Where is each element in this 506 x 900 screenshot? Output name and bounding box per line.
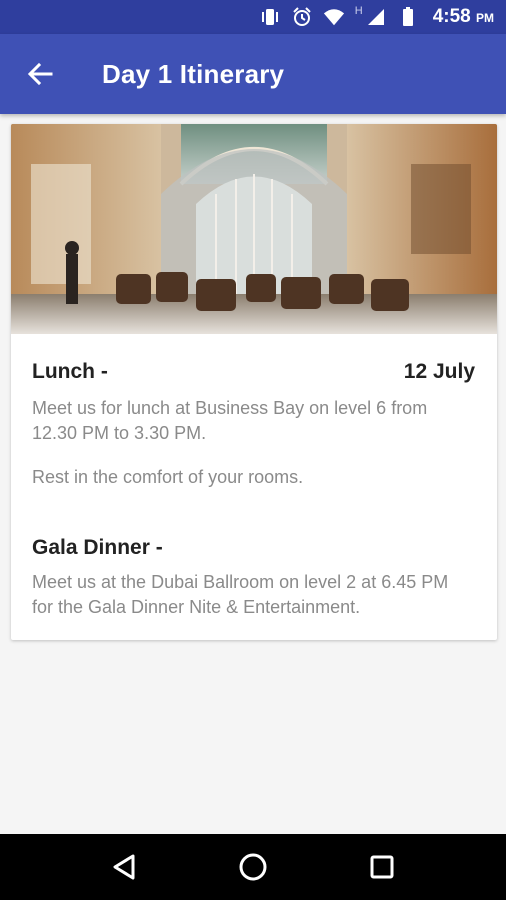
gala-dinner-heading: Gala Dinner -	[32, 536, 475, 560]
nav-recents-button[interactable]	[362, 847, 402, 887]
network-type-label: H	[354, 5, 363, 17]
rest-description: Rest in the comfort of your rooms.	[32, 467, 304, 487]
alarm-icon	[291, 6, 313, 28]
app-bar: Day 1 Itinerary	[0, 34, 506, 114]
back-triangle-icon	[113, 854, 135, 880]
section-title: Lunch -	[32, 360, 108, 383]
status-bar: H 4:58 PM	[0, 0, 506, 34]
lunch-description: Meet us for lunch at Business Bay on lev…	[32, 398, 428, 443]
signal-icon	[365, 6, 387, 28]
battery-icon	[397, 6, 419, 28]
gala-dinner-description: Meet us at the Dubai Ballroom on level 2…	[32, 572, 449, 617]
system-nav-bar	[0, 834, 506, 900]
clock: 4:58 PM	[432, 6, 494, 27]
hero-image	[11, 124, 497, 334]
vibrate-icon	[259, 6, 281, 28]
home-circle-icon	[239, 853, 267, 881]
nav-home-button[interactable]	[233, 847, 273, 887]
itinerary-card: Lunch - 12 July Meet us for lunch at Bus…	[11, 124, 497, 640]
recents-square-icon	[370, 855, 394, 879]
nav-back-button[interactable]	[104, 847, 144, 887]
wifi-icon	[323, 6, 345, 28]
page-title: Day 1 Itinerary	[102, 58, 285, 89]
back-button[interactable]	[20, 54, 60, 94]
arrow-back-icon	[27, 62, 53, 86]
section-title: Gala Dinner -	[32, 536, 163, 559]
section-date: 12 July	[403, 360, 475, 383]
lunch-heading: Lunch - 12 July	[32, 360, 475, 384]
